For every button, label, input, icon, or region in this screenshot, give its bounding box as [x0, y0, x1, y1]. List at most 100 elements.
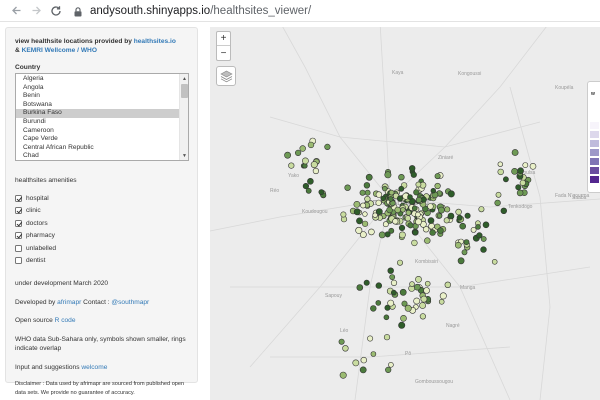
healthsite-marker[interactable] [497, 161, 503, 167]
healthsite-marker[interactable] [312, 167, 319, 175]
healthsite-marker[interactable] [364, 195, 371, 203]
healthsite-marker[interactable] [378, 231, 386, 239]
healthsite-marker[interactable] [423, 287, 430, 294]
healthsite-marker[interactable] [415, 218, 422, 226]
healthsite-marker[interactable] [411, 239, 418, 247]
healthsite-marker[interactable] [392, 218, 399, 225]
back-arrow-icon[interactable] [8, 3, 24, 19]
healthsite-marker[interactable] [398, 185, 405, 192]
healthsite-marker[interactable] [434, 182, 441, 190]
healthsite-marker[interactable] [375, 199, 382, 206]
healthsite-marker[interactable] [356, 284, 364, 291]
healthsite-marker[interactable] [455, 241, 462, 249]
healthsite-marker[interactable] [419, 313, 426, 320]
healthsite-marker[interactable] [389, 274, 396, 280]
healthsite-marker[interactable] [294, 149, 302, 156]
healthsite-marker[interactable] [414, 283, 421, 291]
checkbox-icon[interactable] [15, 232, 22, 240]
map-canvas[interactable]: OUAGADOUGOUKayaKoudougouTenkodogoFada N'… [210, 27, 600, 400]
healthsite-marker[interactable] [384, 304, 391, 311]
healthsite-marker[interactable] [375, 282, 383, 289]
healthsite-marker[interactable] [399, 288, 407, 296]
checkbox-icon[interactable] [15, 194, 22, 202]
healthsite-marker[interactable] [437, 206, 445, 214]
country-option[interactable]: Algeria [16, 75, 180, 84]
healthsite-marker[interactable] [407, 222, 414, 229]
healthsite-marker[interactable] [443, 217, 450, 224]
healthsite-marker[interactable] [388, 361, 394, 368]
r-code-link[interactable]: R code [55, 317, 76, 324]
healthsite-marker[interactable] [447, 212, 455, 220]
healthsite-marker[interactable] [360, 202, 366, 209]
healthsite-marker[interactable] [436, 213, 443, 219]
healthsite-marker[interactable] [459, 222, 466, 230]
healthsite-marker[interactable] [398, 231, 406, 239]
healthsite-marker[interactable] [382, 185, 388, 192]
forward-arrow-icon[interactable] [28, 3, 44, 19]
healthsite-marker[interactable] [456, 214, 463, 221]
healthsite-marker[interactable] [511, 149, 519, 156]
zoom-in-button[interactable]: + [217, 32, 230, 46]
healthsite-marker[interactable] [288, 162, 295, 169]
healthsite-marker[interactable] [494, 199, 501, 207]
healthsite-marker[interactable] [424, 280, 431, 287]
healthsite-marker[interactable] [497, 168, 504, 176]
healthsite-marker[interactable] [284, 151, 291, 159]
healthsite-marker[interactable] [444, 206, 451, 213]
healthsite-marker[interactable] [364, 189, 371, 196]
checkbox-icon[interactable] [15, 219, 22, 227]
lock-icon[interactable] [72, 5, 84, 17]
afrimapr-link[interactable]: afrimapr [57, 299, 81, 306]
healthsite-marker[interactable] [455, 208, 462, 216]
healthsite-marker[interactable] [447, 190, 455, 198]
healthsite-marker[interactable] [415, 275, 422, 283]
healthsite-marker[interactable] [522, 162, 529, 168]
country-option[interactable]: Chad [16, 152, 180, 160]
healthsite-marker[interactable] [413, 297, 421, 305]
scroll-down-arrow-icon[interactable]: ▼ [181, 152, 188, 159]
healthsite-marker[interactable] [478, 206, 485, 213]
healthsite-marker[interactable] [517, 167, 524, 174]
healthsite-marker[interactable] [324, 143, 331, 150]
scroll-up-arrow-icon[interactable]: ▲ [181, 75, 188, 82]
healthsite-marker[interactable] [438, 298, 445, 305]
healthsite-marker[interactable] [387, 267, 394, 274]
checkbox-icon[interactable] [15, 207, 22, 215]
healthsite-marker[interactable] [359, 366, 367, 374]
healthsite-marker[interactable] [412, 229, 419, 236]
checkbox-icon[interactable] [15, 257, 22, 265]
healthsite-marker[interactable] [434, 173, 441, 180]
healthsite-marker[interactable] [394, 206, 401, 214]
healthsite-marker[interactable] [420, 295, 428, 303]
healthsite-marker[interactable] [384, 231, 391, 238]
healthsite-marker[interactable] [463, 239, 470, 245]
healthsite-marker[interactable] [475, 224, 481, 230]
healthsite-marker[interactable] [415, 196, 422, 204]
healthsite-marker[interactable] [387, 196, 394, 202]
country-option[interactable]: Benin [16, 92, 180, 101]
healthsite-marker[interactable] [409, 281, 415, 287]
country-option[interactable]: Angola [16, 84, 180, 93]
amenity-hospital[interactable]: hospital [15, 192, 188, 205]
healthsite-marker[interactable] [390, 279, 398, 286]
healthsite-marker[interactable] [439, 292, 447, 300]
healthsite-marker[interactable] [400, 314, 407, 322]
healthsite-marker[interactable] [461, 249, 468, 256]
healthsite-marker[interactable] [419, 302, 426, 309]
healthsite-marker[interactable] [407, 194, 413, 200]
healthsite-marker[interactable] [400, 207, 406, 213]
healthsite-marker[interactable] [370, 305, 377, 312]
healthsite-marker[interactable] [365, 173, 373, 181]
healthsites-link[interactable]: healthsites.io [134, 38, 176, 45]
healthsite-marker[interactable] [339, 371, 347, 379]
healthsite-marker[interactable] [310, 161, 318, 169]
healthsite-marker[interactable] [380, 195, 386, 202]
healthsite-marker[interactable] [353, 200, 361, 208]
healthsite-marker[interactable] [375, 191, 383, 198]
amenity-unlabelled[interactable]: unlabelled [15, 242, 188, 255]
healthsite-marker[interactable] [482, 221, 490, 229]
healthsite-marker[interactable] [480, 246, 487, 253]
healthsite-marker[interactable] [411, 205, 418, 212]
healthsite-marker[interactable] [367, 335, 374, 342]
healthsite-marker[interactable] [383, 314, 390, 321]
